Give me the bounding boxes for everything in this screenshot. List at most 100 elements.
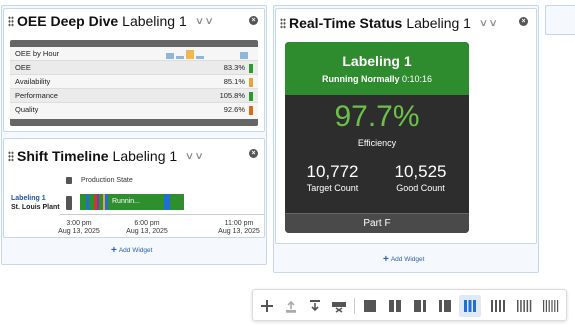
layout-2-column-icon	[389, 300, 401, 312]
good-count-value: 10,525	[394, 162, 447, 181]
efficiency-value: 97.7%	[334, 100, 420, 133]
target-count-label: Target Count	[306, 183, 359, 193]
layout-2-column-wide-left-icon	[414, 300, 426, 312]
oee-deep-dive-widget: OEE Deep Dive Labeling 1 ∨∨ × OEE by Hou…	[3, 8, 265, 132]
status-line: Running Normally 0:10:16	[285, 74, 469, 84]
timeline-segment[interactable]	[170, 194, 184, 210]
add-widget-button[interactable]: + Add Widget	[111, 245, 152, 256]
layout-4-column-button[interactable]	[487, 295, 509, 317]
chevron-down-icon[interactable]: ∨∨	[195, 16, 214, 27]
move-to-bottom-icon	[310, 300, 320, 312]
add-widget-label: Add Widget	[118, 247, 153, 254]
hour-bar-2	[176, 56, 184, 59]
close-icon[interactable]: ×	[519, 17, 528, 26]
tick-time: 11:00 pm	[224, 220, 254, 227]
remove-row-icon	[332, 302, 346, 313]
tick-date: Aug 13, 2025	[218, 228, 260, 235]
layout-3-column-button[interactable]	[459, 295, 481, 317]
timeline-tick: 6:00 pm Aug 13, 2025	[122, 220, 172, 236]
status-card-header: Labeling 1 Running Normally 0:10:16	[285, 42, 469, 95]
timeline-axis	[60, 214, 265, 218]
availability-row-label: Availability	[15, 77, 51, 86]
oee-by-hour-sparkline	[166, 50, 248, 59]
add-row-button[interactable]	[256, 295, 278, 317]
timeline-row-marker	[66, 196, 72, 210]
layout-3-column-icon	[464, 300, 476, 312]
layout-6-column-button[interactable]	[539, 295, 561, 317]
performance-row-value: 105.8%	[219, 91, 245, 100]
plus-icon: +	[111, 245, 117, 256]
layout-1-column-button[interactable]	[359, 295, 381, 317]
performance-row: Performance 105.8%	[10, 89, 258, 103]
toolbar-separator	[354, 298, 355, 314]
production-state-legend-label: Production State	[81, 177, 133, 184]
layout-2-column-button[interactable]	[384, 295, 406, 317]
quality-row: Quality 92.6%	[10, 103, 258, 117]
timeline-tick: 3:00 pm Aug 13, 2025	[54, 220, 104, 236]
oee-status-bar	[249, 64, 253, 73]
efficiency-label: Efficiency	[357, 138, 397, 148]
availability-row: Availability 85.1%	[10, 75, 258, 89]
add-widget-label: Add Widget	[390, 256, 425, 263]
quality-status-bar	[249, 106, 253, 115]
performance-row-label: Performance	[15, 91, 58, 100]
hour-bar-1	[166, 53, 174, 59]
layout-5-column-button[interactable]	[513, 295, 535, 317]
oee-row-value: 83.3%	[223, 63, 245, 72]
availability-row-value: 85.1%	[223, 77, 245, 86]
status-duration: 0:10:16	[402, 74, 433, 84]
oee-by-hour-label: OEE by Hour	[15, 49, 60, 58]
close-icon[interactable]: ×	[249, 149, 258, 158]
close-icon[interactable]: ×	[249, 16, 258, 25]
production-state-legend-swatch	[66, 177, 72, 184]
drag-handle-icon[interactable]	[8, 15, 14, 27]
performance-status-bar	[249, 92, 253, 101]
widget-asset-name: Labeling 1	[406, 15, 471, 31]
widget-asset-name: Labeling 1	[122, 13, 187, 29]
widget-title: OEE Deep Dive	[17, 13, 119, 29]
timeline-segment-label: Runnin...	[112, 198, 141, 205]
move-to-top-icon	[286, 300, 296, 313]
availability-status-bar	[249, 78, 253, 87]
widget-title: Shift Timeline	[17, 148, 109, 164]
status-text: Running Normally	[321, 74, 400, 84]
drag-handle-icon[interactable]	[280, 17, 286, 29]
timeline-asset-site: St. Louis Plant	[11, 204, 60, 211]
target-count-value: 10,772	[306, 162, 359, 181]
tick-time: 6:00 pm	[134, 220, 160, 227]
layout-2-column-wide-right-button[interactable]	[434, 295, 456, 317]
timeline-tick: 11:00 pm Aug 13, 2025	[214, 220, 264, 236]
oee-table: OEE by Hour OEE 83.3% Availability 85.1%…	[10, 40, 258, 126]
hour-bar-5	[240, 52, 248, 59]
quality-row-label: Quality	[15, 105, 39, 114]
chevron-down-icon[interactable]: ∨∨	[185, 151, 204, 162]
oee-row: OEE 83.3%	[10, 61, 258, 75]
dashboard-column-3	[545, 5, 575, 35]
widget-title: Real-Time Status	[289, 15, 403, 31]
status-asset-name: Labeling 1	[342, 53, 412, 69]
hour-bar-4	[196, 56, 204, 59]
tick-date: Aug 13, 2025	[126, 228, 168, 235]
layout-2-column-wide-left-button[interactable]	[409, 295, 431, 317]
quality-row-value: 92.6%	[223, 105, 245, 114]
production-state-timeline-bar[interactable]: Runnin...	[80, 194, 184, 210]
chevron-down-icon[interactable]: ∨∨	[479, 18, 498, 29]
tick-date: Aug 13, 2025	[58, 228, 100, 235]
good-count-label: Good Count	[396, 183, 445, 193]
part-name: Part F	[285, 213, 469, 233]
layout-2-column-wide-right-icon	[439, 300, 451, 312]
move-bottom-button[interactable]	[304, 295, 326, 317]
oee-by-hour-row: OEE by Hour	[10, 47, 258, 61]
add-widget-button[interactable]: + Add Widget	[383, 254, 424, 265]
layout-5-column-icon	[517, 300, 532, 312]
hour-bar-3	[186, 50, 194, 59]
widget-header: Real-Time Status Labeling 1 ∨∨	[276, 11, 536, 35]
timeline-segment-running[interactable]: Runnin...	[108, 194, 164, 210]
widget-header: Shift Timeline Labeling 1 ∨∨	[4, 144, 264, 168]
layout-toolbar	[252, 289, 567, 321]
timeline-asset-name[interactable]: Labeling 1	[11, 195, 46, 202]
drag-handle-icon[interactable]	[8, 150, 14, 162]
plus-icon	[261, 300, 273, 312]
move-top-button[interactable]	[280, 295, 302, 317]
remove-row-button[interactable]	[328, 295, 350, 317]
